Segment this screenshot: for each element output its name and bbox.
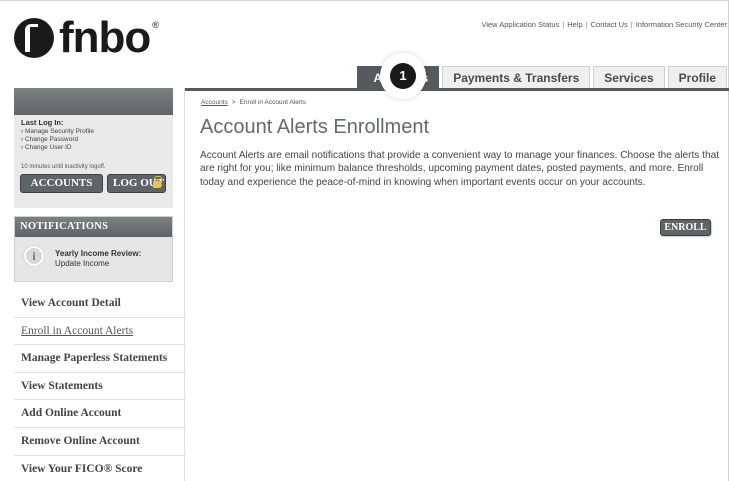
manage-security-profile-link[interactable]: › Manage Security Profile [21,128,94,136]
utility-separator: | [630,20,633,29]
nav-manage-paperless-statements[interactable]: Manage Paperless Statements [14,345,186,373]
login-panel-header [14,88,173,115]
breadcrumb-accounts-link[interactable]: Accounts [201,99,228,106]
change-user-id-link[interactable]: › Change User ID [21,144,94,152]
enroll-button[interactable]: ENROLL [660,219,711,236]
breadcrumb: Accounts > Enroll in Account Alerts [201,99,306,106]
change-password-link[interactable]: › Change Password [21,136,94,144]
utility-links: View Application Status | Help | Contact Us |… [481,20,727,29]
sidebar: Last Log In: › Manage Security Profile ›… [14,88,186,475]
utility-link-application-status[interactable]: View Application Status [481,20,559,29]
notification-subtitle: Update Income [55,259,110,268]
notification-item[interactable]: Yearly Income Review: Update Income [55,249,141,269]
page-title: Account Alerts Enrollment [200,116,429,138]
accounts-button[interactable]: ACCOUNTS [20,174,103,193]
tab-services[interactable]: Services [593,66,665,89]
logout-button[interactable]: LOG OUT [107,174,166,193]
tab-profile[interactable]: Profile [667,66,727,89]
nav-view-account-detail[interactable]: View Account Detail [14,290,186,318]
last-login-label: Last Log In: [21,118,64,127]
tab-payments-transfers[interactable]: Payments & Transfers [442,66,591,89]
manage-security-profile-label: Manage Security Profile [24,128,94,135]
utility-separator: | [562,20,565,29]
top-border [0,0,729,6]
tab-underline [185,88,729,91]
sidebar-divider [184,88,185,481]
notifications-header: NOTIFICATIONS [15,217,172,237]
step-badge: 1 [380,53,426,99]
account-nav-list: View Account Detail Enroll in Account Al… [14,290,186,481]
fnbo-logo[interactable]: fnbo ® [14,13,159,62]
logoff-note: 10 minutes until inactivity logoff. [21,164,106,170]
page-description: Account Alerts are email notifications t… [200,150,719,188]
registered-mark: ® [152,20,159,30]
login-links: › Manage Security Profile › Change Passw… [21,128,94,152]
nav-enroll-account-alerts[interactable]: Enroll in Account Alerts [14,318,186,346]
breadcrumb-current: Enroll in Account Alerts [239,99,307,106]
notification-title: Yearly Income Review: [55,249,142,258]
nav-view-fico-score[interactable]: View Your FICO® Score [14,456,186,481]
nav-remove-online-account[interactable]: Remove Online Account [14,428,186,456]
breadcrumb-separator: > [231,99,236,106]
change-user-id-label: Change User ID [24,144,72,151]
utility-link-help[interactable]: Help [567,20,582,29]
login-panel: Last Log In: › Manage Security Profile ›… [14,88,173,208]
lock-icon [153,176,162,188]
step-number: 1 [390,63,416,89]
info-icon: i [24,246,44,266]
notifications-panel: NOTIFICATIONS i Yearly Income Review: Up… [14,216,173,282]
change-password-label: Change Password [24,136,79,143]
logo-mark-icon [14,18,54,58]
utility-link-security-center[interactable]: Information Security Center [636,20,727,29]
utility-link-contact-us[interactable]: Contact Us [591,20,628,29]
utility-separator: | [585,20,588,29]
logo-text: fnbo [59,13,151,62]
nav-add-online-account[interactable]: Add Online Account [14,400,186,428]
nav-view-statements[interactable]: View Statements [14,373,186,401]
